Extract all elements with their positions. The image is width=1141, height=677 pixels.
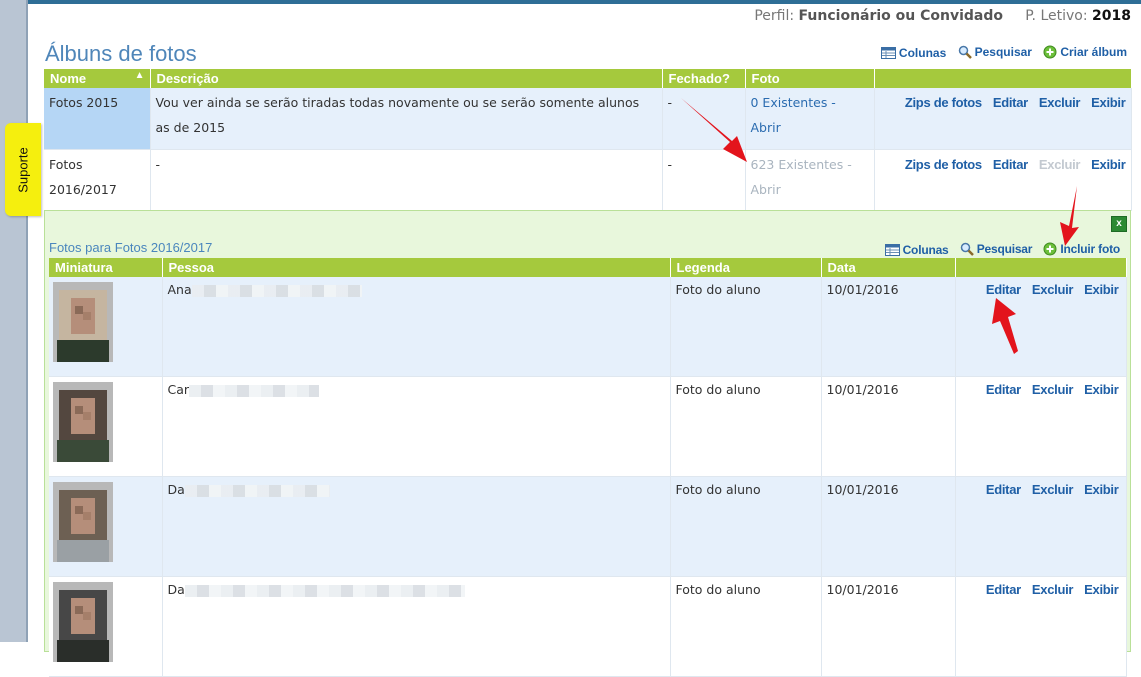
student-photo-thumbnail[interactable] <box>53 582 113 662</box>
photo-date: 10/01/2016 <box>821 476 956 577</box>
column-header-date[interactable]: Data <box>821 258 956 277</box>
photos-toolbar: Colunas Pesquisar Incluir foto <box>877 242 1120 259</box>
create-album-label: Criar álbum <box>1060 45 1127 59</box>
close-subpanel-button[interactable]: x <box>1111 216 1127 232</box>
zips-link[interactable]: Zips de fotos <box>905 157 982 172</box>
album-row: Fotos 2015 Vou ver ainda se serão tirada… <box>44 88 1132 150</box>
album-closed: - <box>662 88 746 150</box>
photos-table: Miniatura Pessoa Legenda Data Ana Foto do… <box>49 258 1127 677</box>
photos-columns-button[interactable]: Colunas <box>884 243 949 257</box>
albums-columns-button[interactable]: Colunas <box>880 46 947 60</box>
column-header-closed[interactable]: Fechado? <box>662 69 746 88</box>
redacted-name <box>189 384 320 397</box>
redacted-name <box>184 584 465 597</box>
album-description: - <box>150 149 663 211</box>
albums-columns-label: Colunas <box>898 46 947 60</box>
student-photo-thumbnail[interactable] <box>53 382 113 462</box>
column-header-photo-actions <box>955 258 1127 277</box>
add-circle-icon <box>1043 242 1057 256</box>
photo-row: Da Foto do aluno 10/01/2016 Editar Excluir Ex… <box>49 576 1127 677</box>
edit-link[interactable]: Editar <box>986 282 1021 297</box>
redacted-name <box>184 484 330 497</box>
photos-search-label: Pesquisar <box>976 242 1033 256</box>
view-link[interactable]: Exibir <box>1091 157 1126 172</box>
edit-link[interactable]: Editar <box>986 582 1021 597</box>
delete-link[interactable]: Excluir <box>1032 582 1074 597</box>
school-year-label: P. Letivo: <box>1025 8 1088 24</box>
album-closed: - <box>662 149 746 211</box>
albums-search-label: Pesquisar <box>974 45 1032 59</box>
column-header-person[interactable]: Pessoa <box>162 258 671 277</box>
edit-link[interactable]: Editar <box>993 95 1028 110</box>
view-link[interactable]: Exibir <box>1091 95 1126 110</box>
photo-row: Car Foto do aluno 10/01/2016 Editar Excluir E… <box>49 376 1127 477</box>
view-link[interactable]: Exibir <box>1084 282 1119 297</box>
albums-toolbar: Colunas Pesquisar Criar álbum <box>873 45 1127 62</box>
person-name: Da <box>167 482 185 497</box>
redacted-name <box>191 284 362 297</box>
album-row: Fotos 2016/2017 - - 623 Existentes - Abr… <box>44 149 1132 211</box>
search-icon <box>960 242 974 256</box>
add-photo-label: Incluir foto <box>1060 242 1120 256</box>
album-photos-link[interactable]: 0 Existentes - Abrir <box>751 95 836 135</box>
album-photos-link[interactable]: 623 Existentes - Abrir <box>751 157 852 197</box>
student-photo-thumbnail[interactable] <box>53 282 113 362</box>
delete-link[interactable]: Excluir <box>1032 482 1074 497</box>
photo-caption: Foto do aluno <box>670 476 822 577</box>
column-header-photo[interactable]: Foto <box>745 69 875 88</box>
delete-link[interactable]: Excluir <box>1039 95 1081 110</box>
columns-icon <box>880 47 896 59</box>
album-name: Fotos 2016/2017 <box>44 149 151 211</box>
photo-date: 10/01/2016 <box>821 277 956 377</box>
support-tab[interactable]: Suporte <box>5 123 41 216</box>
photo-caption: Foto do aluno <box>670 376 822 477</box>
view-link[interactable]: Exibir <box>1084 482 1119 497</box>
albums-table: Nome ▲ Descrição Fechado? Foto Fotos 2015… <box>44 69 1132 211</box>
sort-ascending-icon: ▲ <box>134 70 145 81</box>
add-circle-icon <box>1043 45 1057 59</box>
left-edge-strip <box>0 0 28 642</box>
delete-link: Excluir <box>1038 156 1081 172</box>
edit-link[interactable]: Editar <box>993 157 1028 172</box>
photo-date: 10/01/2016 <box>821 376 956 477</box>
delete-link[interactable]: Excluir <box>1032 282 1074 297</box>
school-year-value: 2018 <box>1092 8 1131 24</box>
zips-link[interactable]: Zips de fotos <box>905 95 982 110</box>
student-photo-thumbnail[interactable] <box>53 482 113 562</box>
create-album-button[interactable]: Criar álbum <box>1043 45 1127 59</box>
column-header-thumbnail[interactable]: Miniatura <box>49 258 163 277</box>
photo-date: 10/01/2016 <box>821 576 956 677</box>
add-photo-button[interactable]: Incluir foto <box>1043 242 1120 256</box>
support-tab-label: Suporte <box>15 146 31 193</box>
view-link[interactable]: Exibir <box>1084 382 1119 397</box>
person-name: Ana <box>167 282 192 297</box>
person-name: Car <box>167 382 190 397</box>
edit-link[interactable]: Editar <box>986 382 1021 397</box>
column-header-name[interactable]: Nome ▲ <box>44 69 151 88</box>
profile-label: Perfil: <box>754 8 795 24</box>
person-name: Da <box>167 582 185 597</box>
album-name: Fotos 2015 <box>44 88 151 150</box>
column-header-description[interactable]: Descrição <box>150 69 663 88</box>
edit-link[interactable]: Editar <box>986 482 1021 497</box>
photos-panel-title: Fotos para Fotos 2016/2017 <box>49 240 213 255</box>
page-title: Álbuns de fotos <box>45 41 197 66</box>
photo-caption: Foto do aluno <box>670 277 822 377</box>
album-description: Vou ver ainda se serão tiradas todas nov… <box>150 88 663 150</box>
view-link[interactable]: Exibir <box>1084 582 1119 597</box>
photo-row: Ana Foto do aluno 10/01/2016 Editar Excluir E… <box>49 277 1127 377</box>
columns-icon <box>884 244 900 256</box>
photos-columns-label: Colunas <box>902 243 949 257</box>
profile-bar: Perfil: Funcionário ou Convidado P. Leti… <box>754 8 1131 24</box>
profile-value: Funcionário ou Convidado <box>798 8 1004 24</box>
photos-search-button[interactable]: Pesquisar <box>960 242 1033 256</box>
column-header-actions <box>874 69 1132 88</box>
column-header-caption[interactable]: Legenda <box>670 258 822 277</box>
top-border <box>28 0 1141 4</box>
delete-link[interactable]: Excluir <box>1032 382 1074 397</box>
photo-row: Da Foto do aluno 10/01/2016 Editar Excluir Ex… <box>49 476 1127 577</box>
search-icon <box>958 45 972 59</box>
photo-caption: Foto do aluno <box>670 576 822 677</box>
albums-search-button[interactable]: Pesquisar <box>958 45 1032 59</box>
